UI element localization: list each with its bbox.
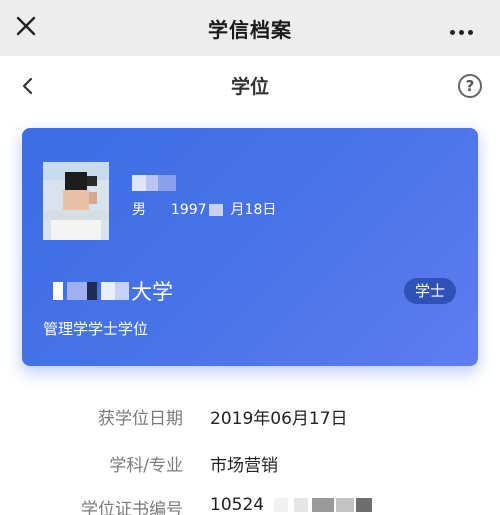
profile-photo [43,162,109,240]
person-meta: 男 1997 月18日 [132,199,276,219]
birth-mosaic [208,204,223,216]
certificate-mosaic [274,498,384,512]
gender-label: 男 [132,202,146,218]
help-icon[interactable]: ? [458,74,482,98]
more-icon[interactable] [450,20,482,35]
degree-badge: 学士 [404,278,456,304]
detail-value: 市场营销 [210,456,278,476]
certificate-number: 10524 [210,495,265,515]
university-line: 大学 [43,276,173,304]
detail-row-major: 学科/专业 市场营销 [0,451,500,481]
degree-card[interactable]: 男 1997 月18日 大学 学士 管理学学士学位 [22,128,478,366]
university-mosaic [43,282,131,300]
page-header: 学位 ? [0,56,500,116]
degree-title: 管理学学士学位 [43,320,149,338]
detail-value: 2019年06月17日 [210,409,348,429]
detail-value-wrap: 10524 [210,495,384,515]
detail-label: 学科/专业 [109,456,183,476]
university-name: 大学 [131,280,173,304]
detail-label: 学位证书编号 [81,500,183,515]
birth-year: 1997 [170,202,207,218]
name-mosaic [132,175,176,191]
birth-day: 月18日 [230,202,277,218]
detail-row-certificate: 学位证书编号 10524 [0,495,500,515]
app-title: 学信档案 [208,18,292,42]
detail-row-date: 获学位日期 2019年06月17日 [0,404,500,434]
page-title: 学位 [230,76,269,98]
detail-label: 获学位日期 [98,409,183,429]
top-bar: 学信档案 [0,0,500,56]
